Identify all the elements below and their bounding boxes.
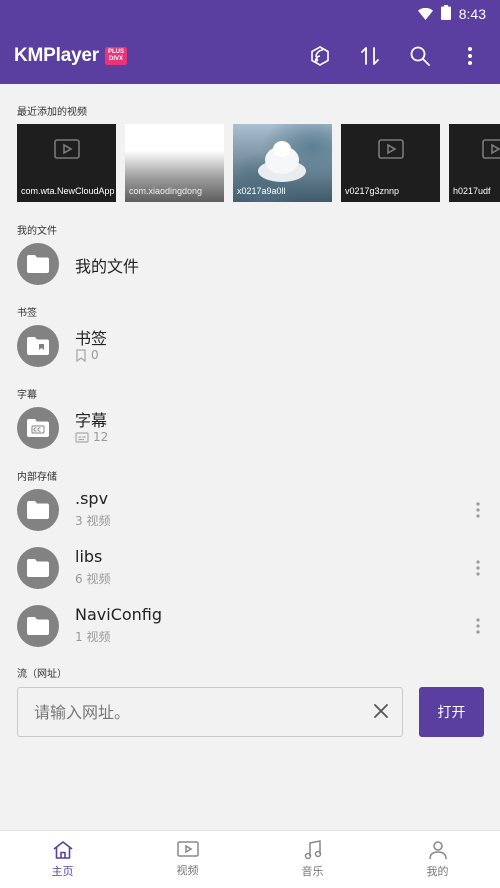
cast-icon[interactable] — [308, 44, 332, 68]
stream-url-label: 流（网址） — [17, 669, 67, 680]
bottom-nav: 主页 视频 音乐 我的 — [0, 830, 500, 888]
more-vert-icon[interactable] — [470, 556, 486, 580]
recent-video-thumb[interactable]: com.xiaodingdong — [125, 124, 224, 202]
subtitle-folder-icon — [17, 407, 59, 449]
battery-icon — [440, 4, 451, 24]
folder-item[interactable]: .spv 3 视频 — [0, 487, 500, 533]
internal-storage-label: 内部存储 — [17, 472, 57, 483]
nav-label: 主页 — [51, 865, 74, 878]
recent-video-thumb[interactable]: v0217g3znnp — [341, 124, 440, 202]
folder-icon — [17, 489, 59, 531]
folder-item[interactable]: NaviConfig 1 视频 — [0, 603, 500, 649]
nav-tab-video[interactable]: 视频 — [125, 831, 250, 888]
person-icon — [428, 841, 447, 860]
bookmark-icon — [76, 348, 86, 362]
plus-divx-badge: PLUS DIVX — [105, 47, 128, 65]
folder-video-count: 6 视频 — [75, 572, 111, 586]
recent-video-caption: v0217g3znnp — [345, 186, 400, 196]
nav-tab-me[interactable]: 我的 — [375, 831, 500, 888]
folder-name: libs — [75, 547, 103, 566]
nav-tab-home[interactable]: 主页 — [0, 831, 125, 888]
subtitles-label: 字幕 — [17, 390, 37, 401]
app-bar: KMPlayer PLUS DIVX — [0, 28, 500, 84]
music-icon — [304, 840, 321, 860]
more-vert-icon[interactable] — [470, 498, 486, 522]
recent-video-caption: h0217udf — [453, 186, 491, 196]
recent-video-thumb[interactable]: com.wta.NewCloudApp — [17, 124, 116, 202]
thumbnail-image — [258, 141, 306, 182]
video-placeholder-icon — [482, 138, 500, 163]
clear-icon[interactable] — [374, 703, 388, 722]
bookmarks-title: 书签 — [75, 329, 108, 348]
my-files-item[interactable]: 我的文件 — [0, 241, 500, 287]
folder-video-count: 3 视频 — [75, 514, 111, 528]
folder-icon — [17, 605, 59, 647]
subtitles-item[interactable]: 字幕 12 — [0, 405, 500, 451]
bookmarks-label: 书签 — [17, 308, 37, 319]
video-placeholder-icon — [53, 138, 80, 163]
folder-icon — [17, 243, 59, 285]
nav-tab-music[interactable]: 音乐 — [250, 831, 375, 888]
recent-video-caption: com.xiaodingdong — [129, 186, 203, 196]
open-url-button[interactable]: 打开 — [419, 687, 484, 737]
recent-videos-list: com.wta.NewCloudApp com.xiaodingdong x02… — [17, 124, 500, 202]
more-vert-icon[interactable] — [458, 44, 482, 68]
video-icon — [176, 841, 199, 857]
folder-name: NaviConfig — [75, 605, 163, 624]
recent-video-caption: x0217a9a0ll — [237, 186, 286, 196]
home-icon — [53, 841, 72, 859]
bookmark-folder-icon — [17, 325, 59, 367]
video-placeholder-icon — [377, 138, 404, 163]
subtitles-title: 字幕 — [75, 411, 108, 430]
app-name: KMPlayer — [14, 45, 99, 66]
status-bar: 8:43 — [0, 0, 500, 28]
bookmarks-count: 0 — [75, 348, 99, 362]
sort-icon[interactable] — [358, 44, 382, 68]
app-logo: KMPlayer PLUS DIVX — [14, 45, 128, 67]
folder-name: .spv — [75, 489, 109, 508]
bookmarks-item[interactable]: 书签 0 — [0, 323, 500, 369]
my-files-title: 我的文件 — [75, 257, 140, 276]
folder-item[interactable]: libs 6 视频 — [0, 545, 500, 591]
folder-video-count: 1 视频 — [75, 630, 111, 644]
url-input[interactable] — [34, 702, 374, 722]
nav-label: 视频 — [176, 864, 199, 877]
nav-label: 我的 — [426, 865, 449, 878]
more-vert-icon[interactable] — [470, 614, 486, 638]
search-icon[interactable] — [408, 44, 432, 68]
my-files-label: 我的文件 — [17, 226, 57, 237]
folder-icon — [17, 547, 59, 589]
nav-label: 音乐 — [301, 865, 324, 878]
url-input-box — [17, 687, 403, 737]
recent-video-thumb[interactable]: x0217a9a0ll — [233, 124, 332, 202]
subtitles-count: 12 — [75, 430, 108, 444]
recent-video-caption: com.wta.NewCloudApp — [21, 186, 114, 196]
recent-video-thumb[interactable]: h0217udf — [449, 124, 500, 202]
wifi-icon — [417, 5, 433, 24]
status-time: 8:43 — [458, 6, 486, 22]
subtitle-icon — [75, 431, 89, 443]
recent-videos-label: 最近添加的视频 — [17, 107, 87, 118]
